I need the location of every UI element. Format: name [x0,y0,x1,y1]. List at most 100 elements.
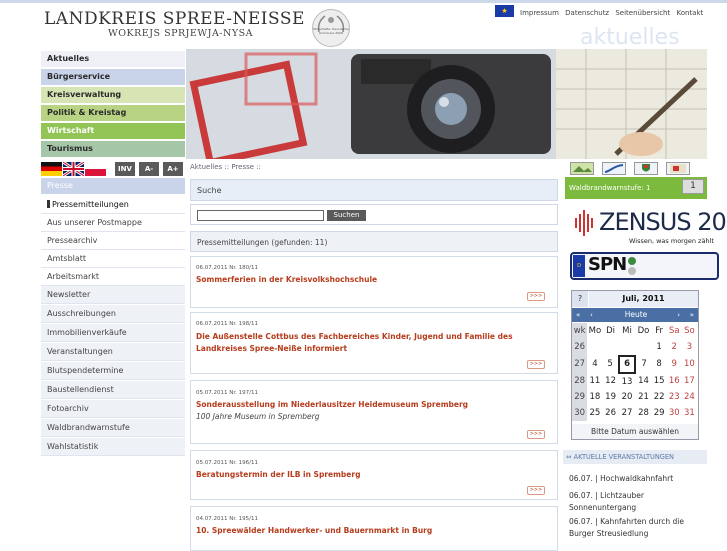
calendar-day[interactable]: 19 [603,390,619,406]
news-item: 05.07.2011 Nr. 197/11 Sonderausstellung … [190,380,558,444]
nav-aktuelles[interactable]: Aktuelles [41,51,185,67]
events-heading: ⇔ AKTUELLE VERANSTALTUNGEN [563,450,707,464]
sidebar-item-amtsblatt[interactable]: Amtsblatt [41,250,185,268]
link-sitemap[interactable]: Seitenübersicht [615,9,670,17]
calendar-day[interactable]: 10 [682,356,697,374]
calendar-day[interactable]: 29 [652,405,667,421]
prev-year-button[interactable]: « [576,308,580,322]
calendar-day[interactable]: 8 [652,356,667,374]
calendar-day[interactable]: 20 [619,390,636,406]
event-link[interactable]: 06.07. | Hochwaldkahnfahrt [569,473,699,485]
link-datenschutz[interactable]: Datenschutz [565,9,609,17]
sidebar-item-newsletter[interactable]: Newsletter [41,286,185,304]
sidebar-item-blutspende[interactable]: Blutspendetermine [41,362,185,380]
calendar-day[interactable]: 13 [619,373,636,390]
coat-of-arms-icon[interactable] [634,162,658,175]
eu-flag-icon: ★ [495,5,514,17]
calendar-month-title: Juli, 2011 [589,291,698,307]
seal-text: Wirtschafts- freundliche Kommune 2008 [313,27,349,35]
next-year-button[interactable]: » [690,308,694,322]
calendar-day-selected[interactable]: 6 [617,354,637,374]
sidebar-item-pressearchiv[interactable]: Pressearchiv [41,232,185,250]
camera-photo-illustration [186,49,707,159]
union-jack-icon [62,160,85,178]
more-button[interactable]: >>> [527,430,545,439]
route-icon[interactable] [602,162,626,175]
calendar-header-cell: Mi [622,326,632,336]
calendar-day[interactable]: 11 [587,373,602,390]
sidebar-item-arbeitsmarkt[interactable]: Arbeitsmarkt [41,268,185,286]
invert-colors-button[interactable]: INV [115,162,135,176]
next-month-button[interactable]: › [677,308,680,322]
more-button[interactable]: >>> [527,292,545,301]
sidebar-item-waldbrand[interactable]: Waldbrandwarnstufe [41,419,185,437]
sidebar-item-fotoarchiv[interactable]: Fotoarchiv [41,400,185,418]
calendar-day[interactable]: 31 [682,405,697,421]
news-title-link[interactable]: Sommerferien in der Kreisvolkshochschule [196,274,521,286]
font-smaller-button[interactable]: A- [139,162,159,176]
news-title-link[interactable]: Beratungstermin der ILB in Spremberg [196,469,521,481]
sidebar-item-ausschreibungen[interactable]: Ausschreibungen [41,305,185,323]
event-link[interactable]: 06.07. | Lichtzauber Sonnenuntergang [569,490,699,514]
sidebar-item-veranstaltungen[interactable]: Veranstaltungen [41,343,185,361]
calendar-day[interactable]: 24 [682,390,697,406]
plate-text: SPN [588,254,627,275]
calendar-day[interactable]: 30 [667,405,682,421]
calendar-help-button[interactable]: ? [572,291,588,307]
calendar-day[interactable]: 21 [635,390,651,406]
events-heading-label: AKTUELLE VERANSTALTUNGEN [573,453,674,461]
search-button[interactable]: Suchen [327,210,366,221]
more-button[interactable]: >>> [527,486,545,495]
calendar-day[interactable]: 17 [682,373,697,390]
calendar-day[interactable]: 4 [587,356,602,374]
landscape-icon[interactable] [570,162,594,175]
calendar-day[interactable]: 22 [652,390,667,406]
nav-tourismus[interactable]: Tourismus [41,141,185,157]
news-title-link[interactable]: Sonderausstellung im Niederlausitzer Hei… [196,399,521,411]
link-kontakt[interactable]: Kontakt [676,9,703,17]
calendar-header-cell: Fr [655,326,664,336]
calendar-today-button[interactable]: Heute [624,308,648,322]
calendar-day[interactable]: 5 [603,356,619,374]
nav-kreisverwaltung[interactable]: Kreisverwaltung [41,87,185,103]
german-flag-icon[interactable] [41,162,62,176]
calendar-day[interactable]: 7 [635,356,651,374]
link-impressum[interactable]: Impressum [520,9,559,17]
calendar-day[interactable]: 15 [652,373,667,390]
calendar-day[interactable]: 25 [587,405,602,421]
calendar-day[interactable]: 9 [667,356,682,374]
prev-month-button[interactable]: ‹ [590,308,593,322]
more-button[interactable]: >>> [527,360,545,369]
calendar-day[interactable]: 18 [587,390,602,406]
nav-buergerservice[interactable]: Bürgerservice [41,69,185,85]
uk-flag-icon[interactable] [62,160,85,178]
sidebar-item-immobilien[interactable]: Immobilienverkäufe [41,324,185,342]
font-larger-button[interactable]: A+ [163,162,183,176]
news-title-link[interactable]: 10. Spreewälder Handwerker- und Bauernma… [196,525,521,537]
calendar-day[interactable]: 26 [603,405,619,421]
nav-wirtschaft[interactable]: Wirtschaft [41,123,185,139]
sidebar-item-pressemitteilungen[interactable]: Pressemitteilungen [41,196,185,214]
calendar-day[interactable]: 28 [635,405,651,421]
calendar-day[interactable]: 1 [652,339,667,356]
polish-flag-icon[interactable] [85,162,106,176]
calendar-day[interactable]: 16 [667,373,682,390]
site-title[interactable]: LANDKREIS SPREE-NEISSE [44,9,305,29]
sidebar-item-postmappe[interactable]: Aus unserer Postmappe [41,214,185,232]
calendar-day [587,339,602,356]
news-item: 06.07.2011 Nr. 180/11 Sommerferien in de… [190,256,558,308]
event-link[interactable]: 06.07. | Kahnfahrten durch die Burger St… [569,516,699,540]
map-icon[interactable] [666,162,690,175]
search-input[interactable] [197,210,324,221]
sidebar-item-wahlstatistik[interactable]: Wahlstatistik [41,438,185,456]
nav-politik-kreistag[interactable]: Politik & Kreistag [41,105,185,121]
calendar-day[interactable]: 12 [603,373,619,390]
breadcrumb: Aktuelles :: Presse :: [190,163,262,171]
calendar-day[interactable]: 27 [619,405,636,421]
calendar-day[interactable]: 3 [682,339,697,356]
sidebar-item-baustellendienst[interactable]: Baustellendienst [41,381,185,399]
calendar-day[interactable]: 23 [667,390,682,406]
calendar-day[interactable]: 2 [667,339,682,356]
calendar-day[interactable]: 14 [635,373,651,390]
news-title-link[interactable]: Die Außenstelle Cottbus des Fachbereiche… [196,331,521,355]
